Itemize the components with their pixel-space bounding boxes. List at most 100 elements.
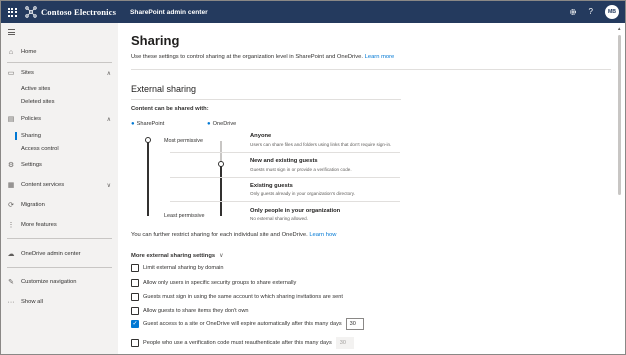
onedrive-icon: ● — [207, 121, 211, 127]
reauth-days-input: 30 — [335, 337, 354, 349]
nav-item-policies[interactable]: ▤ Policies ∧ — [1, 112, 118, 126]
scrollbar-thumb[interactable] — [618, 35, 621, 195]
nav-item-content-services[interactable]: ▦ Content services ∨ — [1, 178, 118, 192]
option-limit-domain[interactable]: Limit external sharing by domain — [131, 263, 224, 273]
left-nav: ⌂ Home ▭ Sites ∧ Active sites Deleted si… — [1, 23, 118, 354]
nav-item-label: More features — [21, 222, 57, 228]
level-existing-guests-title: Existing guests — [250, 183, 293, 189]
checkbox-checked[interactable]: ✓ — [131, 320, 139, 328]
nav-item-more-features[interactable]: ⋮ More features — [1, 218, 118, 232]
vertical-scrollbar[interactable]: ▲ — [614, 23, 625, 354]
nav-item-sites[interactable]: ▭ Sites ∧ — [1, 66, 118, 80]
nav-divider — [7, 238, 112, 239]
top-right-actions: ? MB — [569, 1, 619, 23]
nav-item-onedrive-admin-center[interactable]: ☁ OneDrive admin center — [1, 247, 118, 261]
level-only-organization-title: Only people in your organization — [250, 208, 341, 214]
checkbox[interactable] — [131, 279, 139, 287]
nav-item-sharing[interactable]: Sharing — [1, 129, 118, 143]
level-divider — [170, 152, 400, 153]
nav-item-label: Sites — [21, 70, 34, 76]
option-guests-share-items[interactable]: Allow guests to share items they don't o… — [131, 306, 249, 316]
level-existing-guests-desc: Only guests already in your organization… — [250, 191, 355, 196]
nav-item-settings[interactable]: ⚙ Settings — [1, 158, 118, 172]
sharepoint-slider-knob[interactable] — [145, 137, 151, 143]
nav-item-label: OneDrive admin center — [21, 251, 81, 257]
home-icon: ⌂ — [8, 48, 14, 56]
nav-item-active-sites[interactable]: Active sites — [1, 82, 118, 96]
sharepoint-slider-track[interactable] — [147, 138, 149, 216]
onedrive-slider-track[interactable] — [220, 165, 222, 216]
checkbox[interactable] — [131, 339, 139, 347]
checkbox[interactable] — [131, 293, 139, 301]
contoso-logo-icon — [25, 6, 37, 18]
external-sharing-heading: External sharing — [131, 84, 197, 94]
scroll-up-icon[interactable]: ▲ — [617, 26, 621, 31]
avatar[interactable]: MB — [605, 5, 619, 19]
policies-icon: ▤ — [7, 116, 15, 123]
app-name: SharePoint admin center — [130, 8, 208, 16]
level-divider — [170, 177, 400, 178]
page-title: Sharing — [131, 33, 180, 48]
more-sharing-settings-toggle[interactable]: More external sharing settings ∨ — [131, 252, 223, 260]
level-new-existing-guests-desc: Guests must sign in or provide a verific… — [250, 167, 352, 172]
section-divider — [131, 99, 401, 100]
chevron-up-icon: ∧ — [106, 116, 111, 123]
option-guest-access-expire[interactable]: ✓ Guest access to a site or OneDrive wil… — [131, 318, 364, 330]
help-icon[interactable]: ? — [589, 8, 593, 16]
brand-name: Contoso Electronics — [41, 7, 117, 17]
brand-logo[interactable]: Contoso Electronics — [25, 6, 116, 18]
gear-icon: ⚙ — [7, 162, 15, 169]
nav-item-deleted-sites[interactable]: Deleted sites — [1, 95, 118, 109]
nav-item-show-all[interactable]: ··· Show all — [1, 295, 118, 309]
chevron-up-icon: ∧ — [106, 70, 111, 77]
nav-item-label: Active sites — [21, 86, 51, 92]
option-security-groups[interactable]: Allow only users in specific security gr… — [131, 278, 296, 288]
edit-icon: ✎ — [8, 279, 14, 286]
sharepoint-column-header: ● SharePoint — [131, 121, 165, 127]
nav-item-customize-navigation[interactable]: ✎ Customize navigation — [1, 275, 118, 289]
expire-days-input[interactable]: 30 — [345, 318, 364, 330]
ellipsis-icon: ··· — [7, 298, 15, 306]
option-same-account[interactable]: Guests must sign in using the same accou… — [131, 292, 343, 302]
content-services-icon: ▦ — [7, 182, 15, 189]
app-window: Contoso Electronics SharePoint admin cen… — [0, 0, 626, 355]
further-restrict-text: You can further restrict sharing for eac… — [131, 232, 337, 238]
most-permissive-label: Most permissive — [164, 138, 203, 144]
main-content: Sharing Use these settings to control sh… — [118, 23, 614, 354]
least-permissive-label: Least permissive — [164, 213, 205, 219]
migration-icon: ⟳ — [8, 202, 14, 209]
nav-item-label: Deleted sites — [21, 99, 55, 105]
level-anyone-title: Anyone — [250, 133, 272, 139]
waffle-icon[interactable] — [1, 1, 23, 23]
checkbox[interactable] — [131, 264, 139, 272]
nav-item-label: Home — [21, 49, 37, 55]
onedrive-icon: ☁ — [7, 251, 15, 258]
chevron-down-icon: ∨ — [106, 182, 111, 189]
checkbox[interactable] — [131, 307, 139, 315]
content-shared-label: Content can be shared with: — [131, 106, 209, 112]
sites-icon: ▭ — [7, 70, 15, 77]
intro-text: Use these settings to control sharing at… — [131, 54, 395, 60]
nav-item-label: Policies — [21, 116, 41, 122]
nav-item-home[interactable]: ⌂ Home — [1, 45, 118, 59]
level-anyone-desc: Users can share files and folders using … — [250, 142, 392, 147]
learn-more-link[interactable]: Learn more — [365, 54, 395, 60]
gear-icon[interactable] — [569, 8, 577, 16]
nav-item-access-control[interactable]: Access control — [1, 142, 118, 156]
nav-item-label: Customize navigation — [21, 279, 77, 285]
sharepoint-icon: ● — [131, 121, 135, 127]
nav-item-label: Access control — [21, 146, 59, 152]
learn-how-link[interactable]: Learn how — [309, 232, 336, 238]
onedrive-column-header: ● OneDrive — [207, 121, 237, 127]
option-verification-reauth[interactable]: People who use a verification code must … — [131, 337, 354, 349]
level-divider — [170, 201, 400, 202]
top-bar: Contoso Electronics SharePoint admin cen… — [1, 1, 625, 23]
level-only-organization-desc: No external sharing allowed. — [250, 216, 308, 221]
onedrive-slider-knob[interactable] — [218, 161, 224, 167]
nav-item-label: Content services — [21, 182, 65, 188]
hamburger-icon[interactable] — [8, 29, 15, 37]
nav-item-label: Sharing — [21, 133, 41, 139]
nav-item-label: Settings — [21, 162, 42, 168]
nav-item-migration[interactable]: ⟳ Migration — [1, 198, 118, 212]
section-divider — [131, 69, 611, 70]
